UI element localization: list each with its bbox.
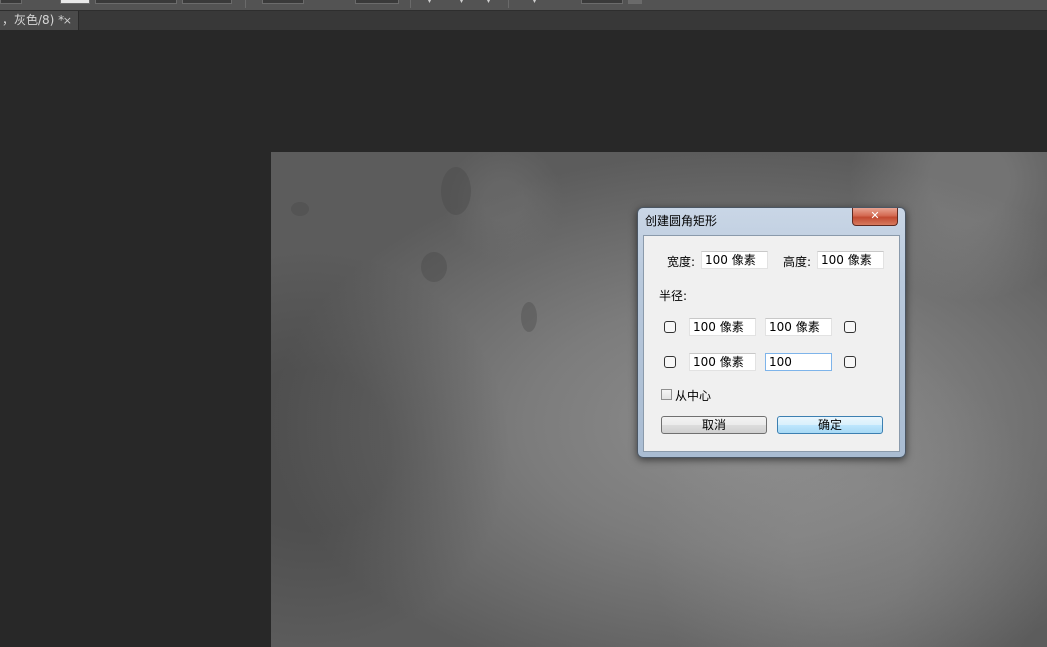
settings-gear-icon[interactable]: ▾ (533, 0, 539, 5)
top-right-corner-icon (844, 321, 856, 333)
toolbar-divider (245, 0, 246, 8)
path-arrangement-icon[interactable]: ▾ (487, 0, 493, 5)
from-center-checkbox[interactable] (661, 389, 672, 400)
radius-bottom-right-input[interactable]: 100 (765, 353, 832, 371)
width-label: 宽度: (667, 255, 696, 269)
rounded-rect-dialog: 创建圆角矩形 ✕ 宽度: 100 像素 高度: 100 像素 半径: 100 像… (637, 207, 906, 458)
close-tab-icon[interactable]: × (63, 11, 72, 30)
cancel-button[interactable]: 取消 (661, 416, 767, 434)
dialog-close-button[interactable]: ✕ (852, 208, 898, 226)
width-input[interactable]: 100 像素 (701, 251, 768, 269)
align-edges-checkbox[interactable] (628, 0, 642, 4)
bottom-right-corner-icon (844, 356, 856, 368)
toolbar-divider (508, 0, 509, 8)
document-tab-strip: ，灰色/8) * × (0, 11, 1047, 30)
radius-top-right-input[interactable]: 100 像素 (765, 318, 832, 336)
tool-preset-control[interactable] (0, 0, 22, 4)
stroke-width-field[interactable] (95, 0, 177, 4)
dialog-title: 创建圆角矩形 (645, 214, 718, 228)
height-input[interactable]: 100 像素 (817, 251, 884, 269)
from-center-label: 从中心 (675, 389, 712, 403)
height-label: 高度: (783, 255, 812, 269)
fill-swatch[interactable] (60, 0, 90, 4)
top-left-corner-icon (664, 321, 676, 333)
dialog-body: 宽度: 100 像素 高度: 100 像素 半径: 100 像素 100 像素 … (643, 235, 900, 452)
width-field[interactable] (262, 0, 304, 4)
texture-stain (291, 202, 309, 216)
ok-button[interactable]: 确定 (777, 416, 883, 434)
path-alignment-icon[interactable]: ▾ (460, 0, 466, 5)
radius-field[interactable] (581, 0, 623, 4)
stroke-type-field[interactable] (182, 0, 232, 4)
height-field[interactable] (355, 0, 399, 4)
texture-stain (441, 167, 471, 215)
texture-stain (521, 302, 537, 332)
bottom-left-corner-icon (664, 356, 676, 368)
radius-top-left-input[interactable]: 100 像素 (689, 318, 756, 336)
options-bar: ▾ ▾ ▾ ▾ (0, 0, 1047, 11)
document-tab[interactable]: ，灰色/8) * × (0, 11, 79, 30)
path-operations-icon[interactable]: ▾ (428, 0, 434, 5)
radius-label: 半径: (659, 289, 688, 303)
toolbar-divider (410, 0, 411, 8)
radius-bottom-left-input[interactable]: 100 像素 (689, 353, 756, 371)
document-tab-title: ，灰色/8) * (2, 13, 65, 27)
texture-stain (421, 252, 447, 282)
